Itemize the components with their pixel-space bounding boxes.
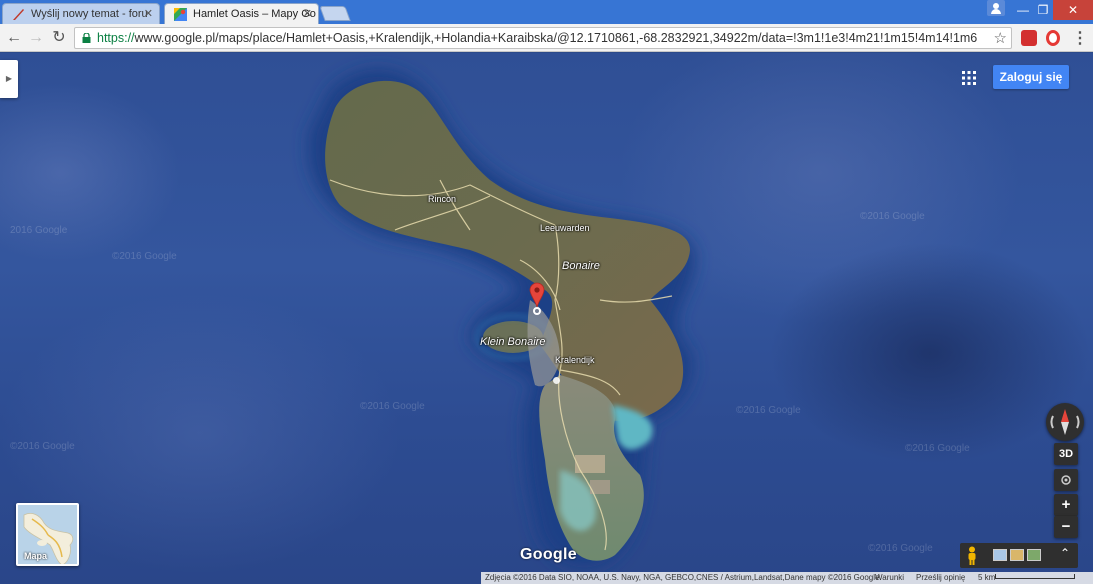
- browser-toolbar: ← → ↻ https://www.google.pl/maps/place/H…: [0, 24, 1093, 52]
- forum-favicon-icon: [13, 9, 24, 20]
- close-tab-icon[interactable]: ✕: [303, 7, 312, 20]
- address-bar[interactable]: https://www.google.pl/maps/place/Hamlet+…: [74, 27, 1012, 49]
- map-watermark: ©2016 Google: [360, 401, 425, 412]
- browser-menu-icon[interactable]: ⋮: [1072, 28, 1088, 48]
- pin-anchor-dot: [533, 307, 541, 315]
- island-terrain: [308, 68, 696, 568]
- sign-in-button[interactable]: Zaloguj się: [993, 65, 1069, 89]
- tab-google-maps[interactable]: Hamlet Oasis – Mapy Go ✕: [164, 3, 319, 24]
- tab-title: Wyślij nowy temat - foru: [31, 8, 148, 20]
- street-view-bar: ⌃: [960, 543, 1078, 568]
- zoom-in-button[interactable]: +: [1054, 494, 1078, 516]
- scale-label: 5 km: [978, 573, 996, 582]
- location-pin-icon[interactable]: [529, 282, 545, 308]
- layer-thumb-transit[interactable]: [1027, 549, 1041, 561]
- back-arrow-icon[interactable]: ←: [5, 29, 23, 47]
- tab-strip: Wyślij nowy temat - foru ✕ Hamlet Oasis …: [0, 0, 1093, 24]
- new-tab-button[interactable]: [319, 6, 351, 21]
- map-watermark: ©2016 Google: [860, 211, 925, 222]
- map-watermark: ©2016 Google: [10, 441, 75, 452]
- layer-thumb-traffic[interactable]: [993, 549, 1007, 561]
- zoom-out-button[interactable]: −: [1054, 516, 1078, 538]
- google-logo: Google: [520, 546, 577, 563]
- lock-icon: [82, 33, 91, 43]
- map-watermark: ©2016 Google: [905, 443, 970, 454]
- map-watermark: ©2016 Google: [112, 251, 177, 262]
- satellite-map[interactable]: 2016 Google ©2016 Google ©2016 Google ©2…: [0, 53, 1093, 584]
- apps-grid-icon[interactable]: [962, 71, 976, 85]
- airport-marker[interactable]: [553, 377, 560, 384]
- place-label-leeuwarden[interactable]: Leeuwarden: [540, 223, 590, 233]
- url-text: https://www.google.pl/maps/place/Hamlet+…: [97, 31, 977, 45]
- feedback-link[interactable]: Prześlij opinię: [916, 572, 965, 584]
- compass-needle-icon: [1050, 409, 1080, 435]
- forward-arrow-icon[interactable]: →: [27, 29, 45, 47]
- place-label-rincon[interactable]: Rincon: [428, 194, 456, 204]
- tab-title: Hamlet Oasis – Mapy Go: [193, 8, 316, 20]
- reload-icon[interactable]: ↻: [50, 29, 68, 47]
- opera-extension-icon[interactable]: [1046, 30, 1060, 46]
- restore-button[interactable]: ❐: [1036, 0, 1050, 20]
- terms-link[interactable]: Warunki: [875, 572, 904, 584]
- map-type-toggle[interactable]: Mapa: [16, 503, 79, 566]
- imagery-credit: Zdjęcia ©2016 Data SIO, NOAA, U.S. Navy,…: [485, 573, 880, 582]
- map-watermark: ©2016 Google: [736, 405, 801, 416]
- layer-thumb-terrain[interactable]: [1010, 549, 1024, 561]
- tilt-3d-button[interactable]: 3D: [1054, 443, 1078, 465]
- map-watermark: 2016 Google: [10, 225, 68, 236]
- bookmark-star-icon[interactable]: ☆: [994, 29, 1007, 47]
- profile-icon[interactable]: [987, 0, 1005, 16]
- tab-forum[interactable]: Wyślij nowy temat - foru ✕: [2, 3, 160, 24]
- close-tab-icon[interactable]: ✕: [144, 7, 153, 20]
- side-panel-toggle[interactable]: ▶: [0, 60, 18, 98]
- close-window-button[interactable]: ✕: [1053, 0, 1093, 20]
- my-location-button[interactable]: [1054, 469, 1078, 491]
- map-watermark: ©2016 Google: [868, 543, 933, 554]
- scale-bar: [995, 574, 1075, 579]
- place-label-kralendijk[interactable]: Kralendijk: [555, 355, 595, 365]
- pegman-icon[interactable]: [966, 546, 978, 565]
- expand-chevron-icon[interactable]: ⌃: [1060, 546, 1070, 560]
- place-label-klein-bonaire[interactable]: Klein Bonaire: [480, 336, 545, 348]
- minimize-button[interactable]: —: [1010, 0, 1036, 20]
- pdf-extension-icon[interactable]: [1021, 30, 1037, 46]
- compass-control[interactable]: [1046, 403, 1084, 441]
- maps-favicon-icon: [174, 8, 187, 21]
- my-location-icon: [1061, 475, 1071, 485]
- place-label-bonaire[interactable]: Bonaire: [562, 260, 600, 272]
- minimap-label: Mapa: [24, 551, 48, 561]
